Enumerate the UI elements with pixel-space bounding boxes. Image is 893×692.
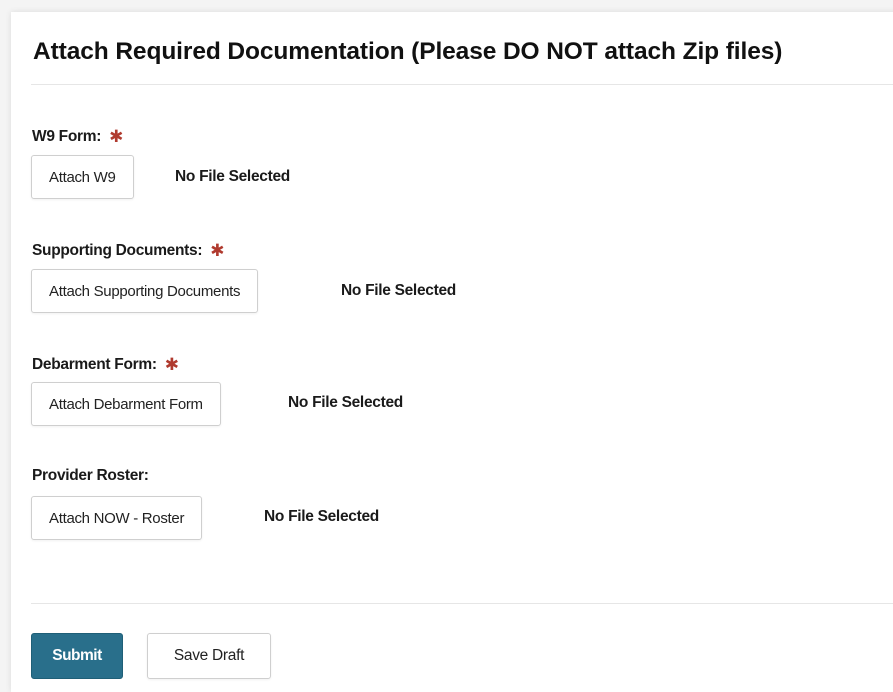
w9-form-label-text: W9 Form: (32, 128, 102, 145)
required-asterisk-icon: ✱ (109, 127, 124, 146)
debarment-form-label-text: Debarment Form: (32, 356, 157, 373)
debarment-form-file-status: No File Selected (288, 394, 403, 411)
provider-roster-file-status: No File Selected (264, 508, 379, 525)
attachment-form-panel: Attach Required Documentation (Please DO… (11, 12, 893, 692)
w9-file-status: No File Selected (175, 168, 290, 185)
actions-divider (31, 603, 893, 604)
debarment-form-label: Debarment Form: ✱ (32, 354, 179, 374)
attach-w9-button[interactable]: Attach W9 (31, 155, 134, 199)
form-heading: Attach Required Documentation (Please DO… (33, 38, 783, 65)
attach-roster-button[interactable]: Attach NOW - Roster (31, 496, 203, 540)
w9-form-label: W9 Form: ✱ (32, 126, 123, 146)
supporting-documents-label: Supporting Documents: ✱ (32, 240, 224, 260)
supporting-documents-file-status: No File Selected (341, 282, 456, 299)
attach-supporting-documents-button[interactable]: Attach Supporting Documents (31, 269, 259, 313)
required-asterisk-icon: ✱ (210, 241, 225, 260)
attach-debarment-form-button[interactable]: Attach Debarment Form (31, 382, 221, 426)
supporting-documents-label-text: Supporting Documents: (32, 242, 203, 259)
provider-roster-label: Provider Roster: (32, 467, 149, 485)
required-asterisk-icon: ✱ (164, 355, 179, 374)
heading-divider (31, 84, 893, 85)
save-draft-button[interactable]: Save Draft (147, 633, 271, 679)
submit-button[interactable]: Submit (31, 633, 123, 679)
provider-roster-label-text: Provider Roster: (32, 467, 149, 484)
